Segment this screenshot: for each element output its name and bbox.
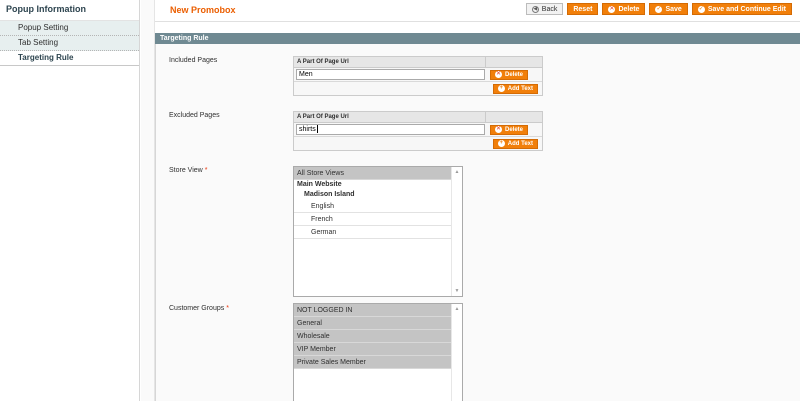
customer-groups-label-text: Customer Groups <box>169 305 225 312</box>
reset-button-label: Reset <box>573 5 593 13</box>
check-icon: ✓ <box>655 5 663 13</box>
save-button[interactable]: ✓ Save <box>649 3 688 15</box>
store-view-label: Store View * <box>169 167 207 174</box>
scroll-up-icon[interactable]: ▲ <box>452 167 462 177</box>
excluded-pages-grid: A Part Of Page Url shirts ✕ Delete + Add… <box>293 111 543 151</box>
delete-row-label: Delete <box>505 126 524 133</box>
section-body <box>155 44 800 401</box>
tab-targeting-rule[interactable]: Targeting Rule <box>0 51 139 66</box>
option-not-logged-in[interactable]: NOT LOGGED IN <box>294 304 451 317</box>
sidebar-tabs: Popup Setting Tab Setting Targeting Rule <box>0 20 139 66</box>
back-button-label: Back <box>541 5 558 13</box>
add-text-button[interactable]: + Add Text <box>492 138 538 149</box>
grid-footer: + Add Text <box>294 136 542 150</box>
required-mark: * <box>204 167 208 174</box>
delete-row-label: Delete <box>505 71 524 78</box>
optgroup-madison-island: Madison Island <box>304 191 355 198</box>
option-general[interactable]: General <box>294 317 451 330</box>
check-icon: ✓ <box>697 5 705 13</box>
option-vip-member[interactable]: VIP Member <box>294 343 451 356</box>
header-divider <box>155 21 800 22</box>
grid-row: Men ✕ Delete <box>294 68 542 81</box>
scrollbar[interactable]: ▲ ▼ <box>451 167 462 296</box>
section-header: Targeting Rule <box>155 33 800 44</box>
add-text-label: Add Text <box>507 140 533 147</box>
included-page-url-input[interactable]: Men <box>296 69 485 80</box>
required-mark: * <box>226 305 229 312</box>
delete-row-button[interactable]: ✕ Delete <box>490 124 529 135</box>
plus-icon: + <box>497 85 505 92</box>
sidebar-title: Popup Information <box>6 4 86 14</box>
option-private-sales-member[interactable]: Private Sales Member <box>294 356 451 369</box>
delete-icon: ✕ <box>608 5 616 13</box>
option-english[interactable]: English <box>294 200 451 213</box>
scroll-up-icon[interactable]: ▲ <box>452 304 462 314</box>
excluded-page-url-value: shirts <box>299 126 316 133</box>
delete-button-label: Delete <box>618 5 640 13</box>
grid-header: A Part Of Page Url <box>294 112 542 123</box>
reset-button[interactable]: Reset <box>567 3 599 15</box>
included-pages-label: Included Pages <box>169 57 218 64</box>
customer-groups-select[interactable]: NOT LOGGED IN General Wholesale VIP Memb… <box>293 303 463 401</box>
scroll-down-icon[interactable]: ▼ <box>452 286 462 296</box>
customer-groups-label: Customer Groups * <box>169 305 229 312</box>
delete-icon: ✕ <box>495 71 502 78</box>
plus-icon: + <box>497 140 505 147</box>
grid-footer: + Add Text <box>294 81 542 95</box>
delete-row-button[interactable]: ✕ Delete <box>490 69 529 80</box>
page-title: New Promobox <box>170 5 236 15</box>
text-cursor <box>316 125 318 134</box>
store-view-label-text: Store View <box>169 167 203 174</box>
delete-icon: ✕ <box>495 126 502 133</box>
grid-row: shirts ✕ Delete <box>294 123 542 136</box>
delete-button[interactable]: ✕ Delete <box>602 3 646 15</box>
back-button[interactable]: ◀ Back <box>525 3 564 15</box>
add-text-button[interactable]: + Add Text <box>492 83 538 94</box>
store-view-select[interactable]: All Store Views Main Website Madison Isl… <box>293 166 463 297</box>
sidebar-gutter <box>141 0 155 401</box>
add-text-label: Add Text <box>507 85 533 92</box>
option-all-store-views[interactable]: All Store Views <box>294 167 451 180</box>
sidebar: Popup Information Popup Setting Tab Sett… <box>0 0 140 401</box>
tab-tab-setting[interactable]: Tab Setting <box>0 36 139 51</box>
option-german[interactable]: German <box>294 226 451 239</box>
excluded-page-url-input[interactable]: shirts <box>296 124 485 135</box>
scrollbar[interactable]: ▲ <box>451 304 462 401</box>
column-header: A Part Of Page Url <box>294 112 486 122</box>
action-toolbar: ◀ Back Reset ✕ Delete ✓ Save ✓ Save and … <box>525 3 792 15</box>
excluded-pages-label: Excluded Pages <box>169 112 220 119</box>
back-arrow-icon: ◀ <box>531 5 539 13</box>
option-french[interactable]: French <box>294 213 451 226</box>
column-header: A Part Of Page Url <box>294 57 486 67</box>
save-and-continue-label: Save and Continue Edit <box>707 5 786 13</box>
grid-header: A Part Of Page Url <box>294 57 542 68</box>
optgroup-main-website: Main Website <box>297 181 342 188</box>
included-pages-grid: A Part Of Page Url Men ✕ Delete + Add Te… <box>293 56 543 96</box>
save-and-continue-button[interactable]: ✓ Save and Continue Edit <box>691 3 792 15</box>
save-button-label: Save <box>665 5 682 13</box>
option-wholesale[interactable]: Wholesale <box>294 330 451 343</box>
tab-popup-setting[interactable]: Popup Setting <box>0 21 139 36</box>
